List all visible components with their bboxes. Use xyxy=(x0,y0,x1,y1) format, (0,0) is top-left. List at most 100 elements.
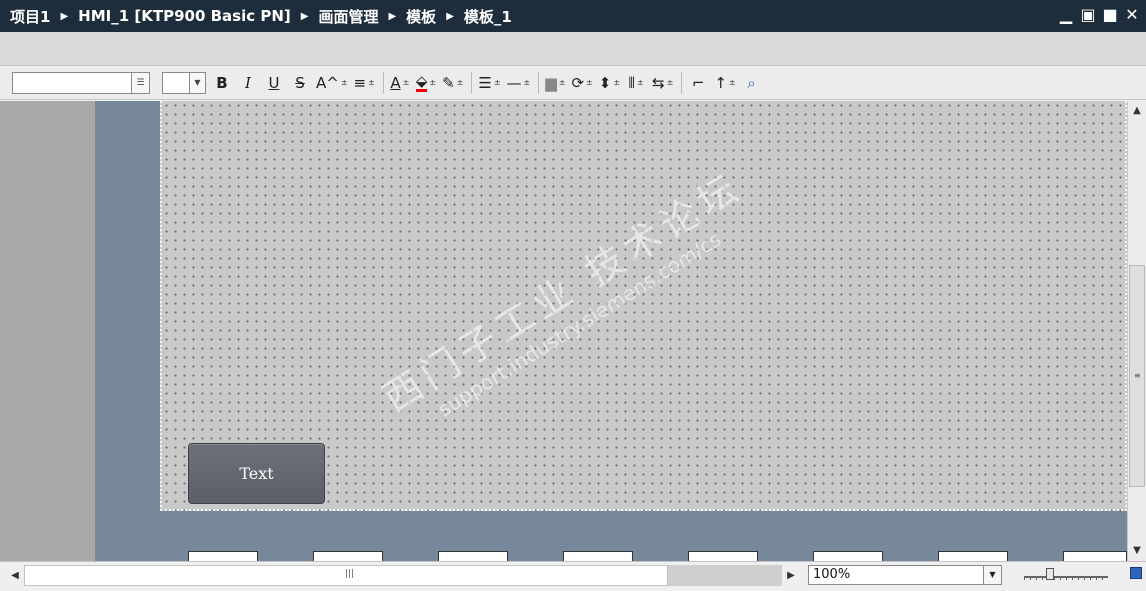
toolbar-divider xyxy=(382,71,384,94)
zoom-level-field[interactable]: 100% xyxy=(808,565,984,585)
format-painter-icon: ⌐ xyxy=(692,73,705,92)
vertical-scrollbar[interactable]: ▲ ≡ ▼ xyxy=(1127,101,1146,561)
header-band xyxy=(0,32,1146,66)
breadcrumb-separator-icon: ▶ xyxy=(300,10,309,22)
font-size-field[interactable] xyxy=(162,71,190,94)
breadcrumb: 项目1 ▶ HMI_1 [KTP900 Basic PN] ▶ 画面管理 ▶ 模… xyxy=(10,6,512,27)
font-color-button[interactable]: A ± xyxy=(390,71,410,95)
chevron-down-icon[interactable]: ▼ xyxy=(190,71,206,94)
restore-button[interactable]: ▣ xyxy=(1080,5,1096,25)
font-color-icon: A xyxy=(390,73,401,92)
font-name-field[interactable] xyxy=(12,71,132,94)
breadcrumb-separator-icon: ▶ xyxy=(388,10,397,22)
rotate-icon: ⟳ xyxy=(571,73,585,92)
function-key-slot[interactable] xyxy=(688,551,758,561)
dropdown-arrow-icon: ± xyxy=(429,78,437,87)
toolbar-divider xyxy=(538,71,540,94)
rotate-button[interactable]: ⟳ ± xyxy=(571,71,592,95)
vertical-scroll-thumb[interactable]: ≡ xyxy=(1129,265,1145,487)
layer-button[interactable]: ▆ ± xyxy=(545,71,565,95)
hmi-editor-window: 项目1 ▶ HMI_1 [KTP900 Basic PN] ▶ 画面管理 ▶ 模… xyxy=(0,0,1146,591)
function-key-slot[interactable] xyxy=(938,551,1008,561)
dropdown-arrow-icon: ± xyxy=(613,78,621,87)
dropdown-arrow-icon: ± xyxy=(493,78,501,87)
zoom-selection-button[interactable]: ⌕ xyxy=(742,71,762,95)
bottom-function-keys xyxy=(95,551,1127,561)
template-text-button[interactable]: Text xyxy=(188,443,325,504)
text-size-icon: A^ xyxy=(316,73,339,92)
breadcrumb-separator-icon: ▶ xyxy=(446,10,454,22)
zoom-slider-handle[interactable] xyxy=(1046,568,1054,580)
same-size-button[interactable]: ⇆ ± xyxy=(652,71,673,95)
chevron-down-icon[interactable]: ▼ xyxy=(984,565,1002,585)
toolbar-divider xyxy=(471,71,473,94)
breadcrumb-project[interactable]: 项目1 xyxy=(10,6,50,27)
function-key-slot[interactable] xyxy=(563,551,633,561)
breadcrumb-separator-icon: ▶ xyxy=(60,10,69,22)
dropdown-arrow-icon: ± xyxy=(340,78,348,87)
maximize-button[interactable]: ■ xyxy=(1102,5,1118,25)
distribute-icon: ⫴ xyxy=(628,73,635,92)
underline-button[interactable]: U xyxy=(264,71,284,95)
function-key-slot[interactable] xyxy=(188,551,258,561)
fit-to-window-icon[interactable] xyxy=(1130,567,1142,579)
horizontal-scroll-track[interactable] xyxy=(668,565,782,586)
fill-bucket-icon: ⬙ xyxy=(415,72,428,92)
distribute-button[interactable]: ⫴ ± xyxy=(626,71,646,95)
align-icon: ≡ xyxy=(353,73,367,92)
dropdown-arrow-icon: ± xyxy=(666,78,674,87)
line-style-button[interactable]: — ± xyxy=(507,71,531,95)
italic-button[interactable]: I xyxy=(238,71,258,95)
scroll-left-icon[interactable]: ◀ xyxy=(8,568,22,584)
grip-icon: ||| xyxy=(345,569,355,579)
horizontal-scroll-thumb[interactable]: ||| xyxy=(24,565,668,586)
align-text-button[interactable]: ≡ ± xyxy=(354,71,375,95)
layer-icon: ▆ xyxy=(545,73,557,92)
dropdown-arrow-icon: ± xyxy=(368,78,375,87)
strikethrough-button[interactable]: S xyxy=(290,71,310,95)
same-size-icon: ⇆ xyxy=(652,73,665,92)
line-width-icon: ☰ xyxy=(478,73,492,92)
window-controls: ▁ ▣ ■ ✕ xyxy=(1058,5,1140,25)
left-margin-area xyxy=(0,101,95,561)
zoom-slider-ticks xyxy=(1024,577,1108,580)
minimize-button[interactable]: ▁ xyxy=(1058,5,1074,25)
tab-order-button[interactable]: ↑ ± xyxy=(714,71,735,95)
scroll-right-icon[interactable]: ▶ xyxy=(784,568,798,584)
breadcrumb-screen-management[interactable]: 画面管理 xyxy=(318,6,378,27)
format-painter-button[interactable]: ⌐ xyxy=(688,71,708,95)
close-button[interactable]: ✕ xyxy=(1124,5,1140,25)
format-toolbar: ☰ ▼ B I U S A^ ± ≡ ± A ± ⬙ ± ✎ ± ☰ ± — ± ▆ ± ⟳ ± … xyxy=(0,66,1146,100)
fill-color-button[interactable]: ⬙ ± xyxy=(415,71,437,95)
title-bar: 项目1 ▶ HMI_1 [KTP900 Basic PN] ▶ 画面管理 ▶ 模… xyxy=(0,0,1146,32)
function-key-slot[interactable] xyxy=(313,551,383,561)
dropdown-arrow-icon: ± xyxy=(402,78,410,87)
line-color-button[interactable]: ✎ ± xyxy=(442,71,463,95)
grip-icon: ≡ xyxy=(1134,371,1141,380)
dropdown-arrow-icon: ± xyxy=(636,78,644,87)
line-width-button[interactable]: ☰ ± xyxy=(478,71,500,95)
function-key-slot[interactable] xyxy=(813,551,883,561)
align-objects-button[interactable]: ⬍ ± xyxy=(599,71,620,95)
dropdown-arrow-icon: ± xyxy=(728,78,736,87)
dropdown-arrow-icon: ± xyxy=(523,78,531,87)
function-key-slot[interactable] xyxy=(1063,551,1127,561)
breadcrumb-device[interactable]: HMI_1 [KTP900 Basic PN] xyxy=(78,7,291,25)
bold-button[interactable]: B xyxy=(212,71,232,95)
zoom-selection-icon: ⌕ xyxy=(747,73,756,92)
function-key-slot[interactable] xyxy=(438,551,508,561)
scroll-down-icon[interactable]: ▼ xyxy=(1129,543,1145,559)
breadcrumb-template-1[interactable]: 模板_1 xyxy=(464,6,512,27)
dropdown-arrow-icon: ± xyxy=(586,78,593,87)
dropdown-arrow-icon: ± xyxy=(456,78,464,87)
scroll-up-icon[interactable]: ▲ xyxy=(1129,103,1145,119)
breadcrumb-templates[interactable]: 模板 xyxy=(406,6,436,27)
toolbar-divider xyxy=(681,71,683,94)
pen-icon: ✎ xyxy=(442,73,455,92)
status-bar: ◀ ||| ▶ 100% ▼ xyxy=(0,561,1146,591)
align-objects-icon: ⬍ xyxy=(598,73,612,92)
dropdown-arrow-icon: ± xyxy=(558,78,566,87)
font-list-icon[interactable]: ☰ xyxy=(132,71,150,94)
text-size-button[interactable]: A^ ± xyxy=(316,71,348,95)
tab-order-icon: ↑ xyxy=(714,73,727,92)
